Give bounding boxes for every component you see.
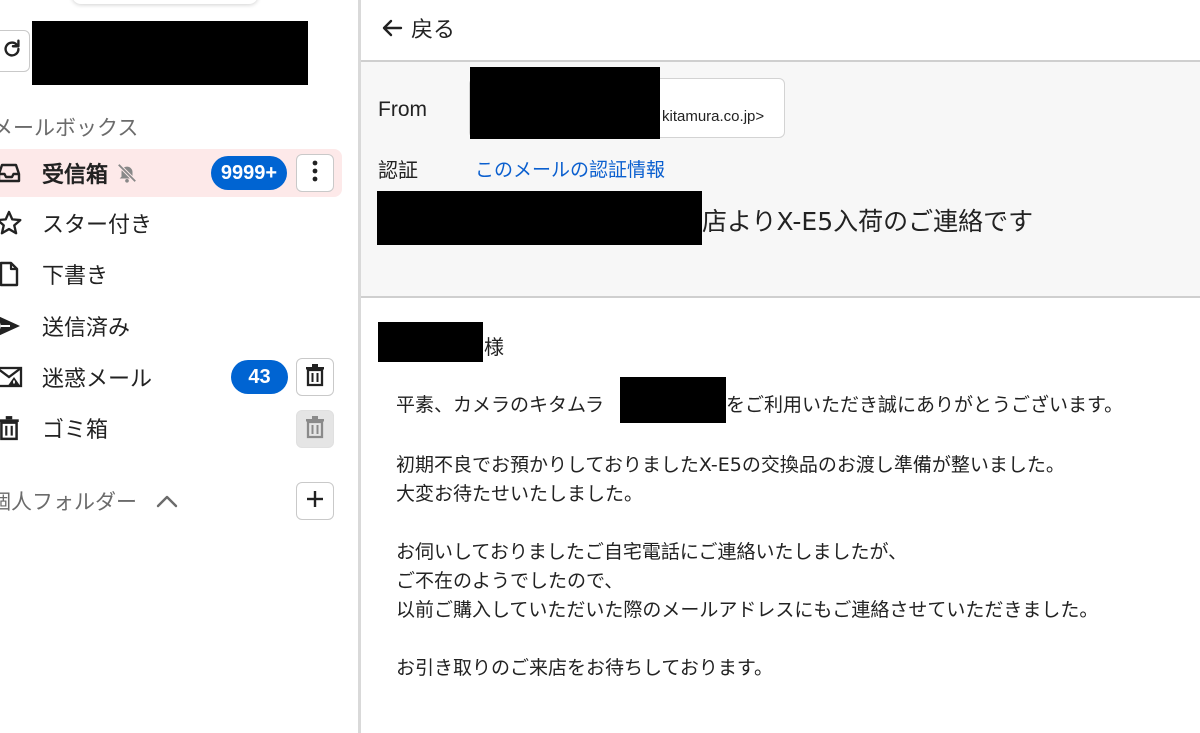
body-line-3: 大変お待たせいたしました。 bbox=[396, 483, 644, 505]
sidebar-item-spam[interactable]: 迷惑メール bbox=[0, 353, 342, 401]
sidebar-item-starred[interactable]: スター付き bbox=[0, 199, 342, 247]
sidebar-item-label: 受信箱 bbox=[42, 163, 109, 188]
sidebar-item-label: 送信済み bbox=[42, 316, 131, 341]
sidebar: メールボックス 受信箱 9999+ スター付き 下書き 送信済み 迷惑メール 4… bbox=[0, 0, 358, 733]
sender-chip[interactable]: kitamura.co.jp> bbox=[469, 67, 785, 139]
mailbox-header: メールボックス bbox=[0, 116, 139, 140]
sidebar-item-drafts[interactable]: 下書き bbox=[0, 250, 342, 298]
message-header: From kitamura.co.jp> 認証 このメールの認証情報 店よりX-… bbox=[361, 60, 1200, 298]
sidebar-item-label: 下書き bbox=[42, 264, 109, 289]
sidebar-item-trash[interactable]: ゴミ箱 bbox=[0, 404, 342, 452]
bell-muted-icon bbox=[116, 162, 138, 184]
trash-icon bbox=[305, 363, 325, 391]
personal-folders-header[interactable]: 個人フォルダー bbox=[0, 486, 179, 516]
top-pill bbox=[72, 0, 258, 4]
draft-icon bbox=[0, 259, 24, 289]
body-line-6: 以前ご購入していただいた際のメールアドレスにもご連絡させていただきました。 bbox=[396, 599, 1099, 621]
sidebar-item-label: 迷惑メール bbox=[42, 367, 153, 392]
from-label: From bbox=[378, 98, 427, 121]
spam-icon bbox=[0, 362, 24, 392]
body-line-5: ご不在のようでしたので、 bbox=[396, 570, 624, 592]
subject-redacted bbox=[377, 191, 702, 245]
empty-spam-button[interactable] bbox=[296, 358, 334, 396]
sender-address-domain: kitamura.co.jp> bbox=[662, 108, 765, 125]
inbox-more-button[interactable] bbox=[296, 154, 334, 192]
body-line-1-end: をご利用いただき誠にありがとうございます。 bbox=[726, 394, 1124, 416]
trash-icon bbox=[0, 413, 24, 443]
more-vertical-icon bbox=[312, 160, 318, 186]
inbox-unread-badge: 9999+ bbox=[211, 156, 287, 190]
body-line-1: 平素、カメラのキタムラ bbox=[396, 394, 605, 416]
sidebar-item-label: ゴミ箱 bbox=[42, 418, 109, 443]
auth-label: 認証 bbox=[378, 158, 418, 182]
recipient-name-redacted bbox=[378, 322, 483, 362]
body-line-4: お伺いしておりましたご自宅電話にご連絡いたしましたが、 bbox=[396, 541, 908, 563]
refresh-icon bbox=[1, 38, 23, 64]
sender-name-redacted bbox=[470, 67, 660, 139]
message-subject: 店よりX-E5入荷のご連絡です bbox=[702, 207, 1034, 236]
back-label: 戻る bbox=[411, 18, 456, 43]
personal-folders-label: 個人フォルダー bbox=[0, 490, 137, 514]
back-button[interactable]: 戻る bbox=[381, 12, 455, 44]
arrow-left-icon bbox=[381, 18, 403, 38]
sidebar-item-label: スター付き bbox=[42, 213, 153, 238]
inbox-icon bbox=[0, 158, 24, 188]
salutation: 様 bbox=[484, 335, 504, 359]
sidebar-item-sent[interactable]: 送信済み bbox=[0, 302, 342, 350]
message-pane: 戻る From kitamura.co.jp> 認証 このメールの認証情報 店よ… bbox=[361, 0, 1200, 733]
store-name-redacted bbox=[620, 377, 726, 423]
add-folder-button[interactable] bbox=[296, 482, 334, 520]
account-name-redacted bbox=[32, 21, 308, 85]
sidebar-item-inbox[interactable]: 受信箱 bbox=[0, 149, 342, 197]
trash-icon bbox=[305, 415, 325, 443]
chevron-up-icon bbox=[155, 493, 179, 509]
plus-icon bbox=[305, 489, 325, 513]
body-line-7: お引き取りのご来店をお待ちしております。 bbox=[396, 657, 773, 679]
spam-count-badge: 43 bbox=[231, 360, 288, 394]
auth-info-link[interactable]: このメールの認証情報 bbox=[475, 155, 665, 182]
refresh-button[interactable] bbox=[0, 30, 30, 72]
star-icon bbox=[0, 208, 24, 238]
empty-trash-button[interactable] bbox=[296, 410, 334, 448]
send-icon bbox=[0, 311, 24, 341]
body-line-2: 初期不良でお預かりしておりましたX-E5の交換品のお渡し準備が整いました。 bbox=[396, 454, 1065, 476]
